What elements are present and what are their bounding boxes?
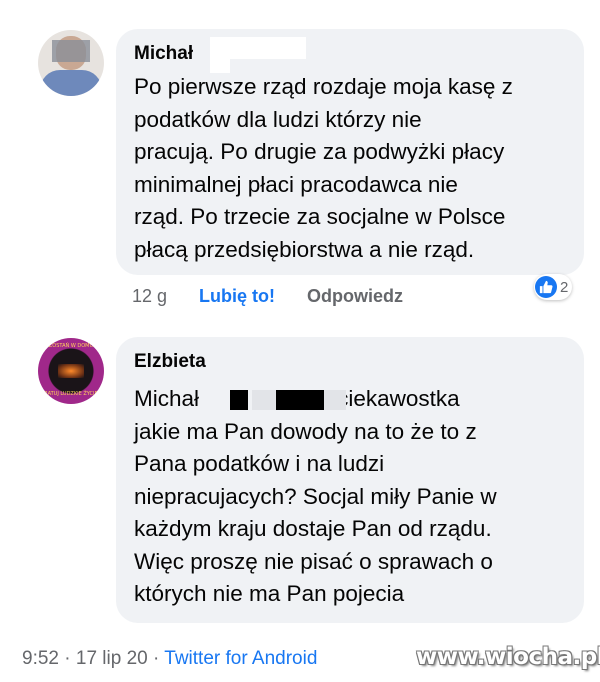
comment-text: Michał. To ciekawostka jakie ma Pan dowo… bbox=[134, 383, 584, 611]
mention-link[interactable]: Michał bbox=[134, 386, 199, 411]
comment-actions: 12 g Lubię to! Odpowiedz bbox=[116, 284, 403, 308]
redaction bbox=[210, 37, 306, 59]
tweet-source-link[interactable]: Twitter for Android bbox=[164, 648, 317, 669]
tweet-time: 9:52 bbox=[22, 648, 59, 669]
comment-text-body: . To ciekawostka jakie ma Pan dowody na … bbox=[134, 386, 497, 606]
avatar-shirt bbox=[40, 70, 102, 96]
tweet-meta: 9:52 · 17 lip 20 · Twitter for Android bbox=[22, 648, 318, 669]
like-button[interactable]: Lubię to! bbox=[199, 286, 275, 307]
avatar-ring-text: RATUJ LUDZKIE ŻYCIE bbox=[44, 391, 98, 397]
comment-bubble: Michał Po pierwsze rząd rozdaje moja kas… bbox=[116, 29, 584, 275]
comment-text: Po pierwsze rząd rozdaje moja kasę z pod… bbox=[134, 74, 513, 262]
tweet-date[interactable]: 17 lip 20 bbox=[76, 648, 148, 669]
redaction bbox=[252, 390, 276, 410]
avatar-blur bbox=[52, 40, 90, 62]
redaction bbox=[324, 390, 346, 410]
watermark: www.wiocha.pl bbox=[416, 644, 600, 670]
avatar-candle bbox=[58, 364, 84, 378]
redaction bbox=[276, 390, 324, 410]
avatar-elzbieta[interactable]: ZOSTAŃ W DOMU RATUJ LUDZKIE ŻYCIE bbox=[38, 338, 104, 404]
comment-author[interactable]: Elzbieta bbox=[134, 351, 206, 373]
avatar-ring-text: ZOSTAŃ W DOMU bbox=[48, 343, 94, 349]
reaction-badge[interactable]: 2 bbox=[534, 274, 573, 300]
redaction bbox=[230, 390, 248, 410]
comment-bubble: Elzbieta Michał. To ciekawostka jakie ma… bbox=[116, 337, 584, 623]
reaction-count: 2 bbox=[560, 278, 569, 296]
avatar-michal[interactable] bbox=[38, 30, 104, 96]
thumbs-up-icon bbox=[535, 276, 557, 298]
comment-author[interactable]: Michał bbox=[134, 43, 193, 65]
comment-time[interactable]: 12 g bbox=[132, 286, 167, 307]
reply-button[interactable]: Odpowiedz bbox=[307, 286, 403, 307]
